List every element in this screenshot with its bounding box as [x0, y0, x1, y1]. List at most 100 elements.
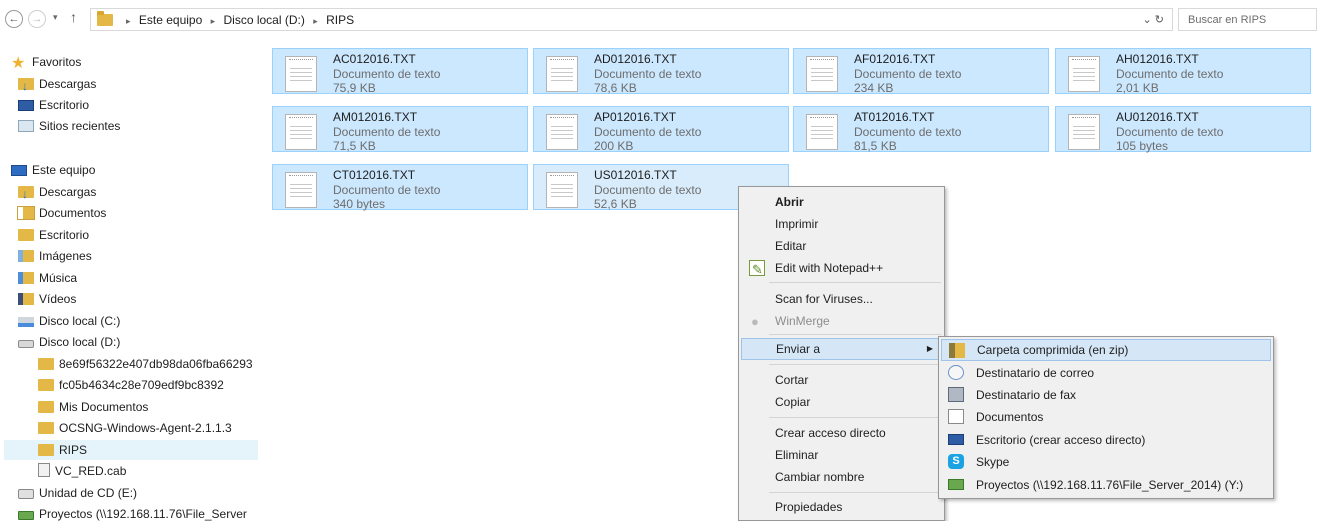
sendto-mail[interactable]: Destinatario de correo	[941, 362, 1271, 384]
nav-fav-recent[interactable]: Sitios recientes	[18, 116, 120, 136]
file-size: 2,01 KB	[1116, 81, 1159, 95]
file-size: 234 KB	[854, 81, 894, 95]
nav-label: Este equipo	[32, 163, 96, 177]
menu-scan-viruses[interactable]: Scan for Viruses...	[741, 288, 942, 310]
menu-separator	[769, 334, 941, 335]
nav-cd-drive[interactable]: Unidad de CD (E:)	[18, 483, 137, 503]
desktop-folder-icon	[18, 229, 34, 241]
nav-file-vc-red[interactable]: VC_RED.cab	[38, 461, 126, 481]
nav-documents[interactable]: Documentos	[17, 203, 107, 223]
file-tile[interactable]: AD012016.TXT Documento de texto 78,6 KB	[533, 48, 789, 95]
nav-label: Favoritos	[32, 55, 82, 69]
breadcrumb-disco-d[interactable]: Disco local (D:)	[223, 13, 304, 27]
nav-label: fc05b4634c28e709edf9bc8392	[59, 378, 224, 392]
sendto-desktop[interactable]: Escritorio (crear acceso directo)	[941, 429, 1271, 451]
nav-folder-ocsng[interactable]: OCSNG-Windows-Agent-2.1.1.3	[38, 418, 232, 438]
nav-folder-rips[interactable]: RIPS	[4, 440, 258, 460]
breadcrumb-este-equipo[interactable]: Este equipo	[139, 13, 202, 27]
menu-label: Enviar a	[776, 342, 821, 356]
refresh-icon[interactable]: ⌄ ↻	[1143, 13, 1165, 26]
folder-icon	[38, 444, 54, 456]
menu-open[interactable]: Abrir	[741, 191, 942, 213]
menu-winmerge[interactable]: WinMerge	[741, 310, 942, 333]
drive-icon	[18, 340, 34, 348]
nav-label: Escritorio	[39, 98, 90, 112]
menu-copy[interactable]: Copiar	[741, 391, 942, 413]
file-tile[interactable]: AM012016.TXT Documento de texto 71,5 KB	[272, 106, 528, 153]
system-drive-icon	[18, 317, 34, 327]
menu-delete[interactable]: Eliminar	[741, 444, 942, 466]
text-file-icon	[546, 172, 578, 208]
file-name: AM012016.TXT	[333, 110, 418, 124]
folder-icon	[97, 11, 113, 26]
videos-folder-icon	[18, 293, 34, 305]
nav-desktop[interactable]: Escritorio	[18, 225, 89, 245]
file-tile[interactable]: AF012016.TXT Documento de texto 234 KB	[793, 48, 1049, 95]
search-placeholder: Buscar en RIPS	[1188, 14, 1267, 26]
computer-icon	[11, 165, 27, 176]
sendto-network-drive[interactable]: Proyectos (\\192.168.11.76\File_Server_2…	[941, 474, 1271, 496]
file-tile[interactable]: AH012016.TXT Documento de texto 2,01 KB	[1055, 48, 1311, 95]
nav-label: Descargas	[39, 77, 97, 91]
nav-label: Documentos	[39, 206, 107, 220]
nav-network-drive[interactable]: Proyectos (\\192.168.11.76\File_Server	[18, 504, 247, 521]
search-input[interactable]: Buscar en RIPS	[1178, 8, 1317, 31]
nav-label: Mis Documentos	[59, 400, 149, 414]
menu-rename[interactable]: Cambiar nombre	[741, 466, 942, 488]
menu-edit-notepadpp[interactable]: Edit with Notepad++	[741, 257, 942, 281]
menu-properties[interactable]: Propiedades	[741, 496, 942, 518]
menu-print[interactable]: Imprimir	[741, 213, 942, 235]
nav-folder-fc05[interactable]: fc05b4634c28e709edf9bc8392	[38, 375, 224, 395]
file-tile[interactable]: AC012016.TXT Documento de texto 75,9 KB	[272, 48, 528, 95]
sendto-fax[interactable]: Destinatario de fax	[941, 384, 1271, 406]
up-button[interactable]: ↑	[70, 9, 77, 25]
nav-drive-d[interactable]: Disco local (D:)	[18, 332, 120, 352]
file-tile[interactable]: AP012016.TXT Documento de texto 200 KB	[533, 106, 789, 153]
nav-label: RIPS	[59, 443, 88, 457]
nav-music[interactable]: Música	[18, 268, 77, 288]
nav-fav-downloads[interactable]: Descargas	[18, 74, 97, 96]
text-file-icon	[285, 56, 317, 92]
forward-button[interactable]: →	[28, 10, 46, 28]
downloads-folder-icon	[18, 184, 34, 204]
file-type: Documento de texto	[1116, 67, 1224, 81]
folder-icon	[38, 401, 54, 413]
nav-label: Imágenes	[39, 249, 92, 263]
pictures-folder-icon	[18, 250, 34, 262]
sendto-skype[interactable]: S Skype	[941, 451, 1271, 473]
menu-edit[interactable]: Editar	[741, 235, 942, 257]
menu-label: Skype	[976, 455, 1010, 469]
navigation-pane: Favoritos Descargas Escritorio Sitios re…	[0, 48, 262, 521]
menu-create-shortcut[interactable]: Crear acceso directo	[741, 422, 942, 444]
file-type: Documento de texto	[594, 183, 702, 197]
star-icon	[11, 54, 27, 68]
nav-label: Sitios recientes	[39, 119, 121, 133]
breadcrumb-rips[interactable]: RIPS	[326, 13, 354, 27]
network-drive-icon	[18, 511, 34, 520]
menu-label: Escritorio (crear acceso directo)	[976, 433, 1146, 447]
nav-favorites[interactable]: Favoritos	[11, 52, 81, 72]
nav-this-pc[interactable]: Este equipo	[11, 160, 95, 180]
zip-folder-icon	[949, 343, 965, 358]
menu-label: Edit with Notepad++	[775, 261, 884, 275]
sendto-documents[interactable]: Documentos	[941, 406, 1271, 428]
path-box[interactable]: ▸ Este equipo ▸ Disco local (D:) ▸ RIPS …	[90, 8, 1173, 31]
file-size: 52,6 KB	[594, 197, 637, 211]
nav-downloads[interactable]: Descargas	[18, 182, 96, 204]
nav-fav-desktop[interactable]: Escritorio	[18, 95, 89, 115]
folder-icon	[38, 358, 54, 370]
menu-cut[interactable]: Cortar	[741, 369, 942, 391]
back-button[interactable]: ←	[5, 10, 23, 28]
nav-folder-mis-documentos[interactable]: Mis Documentos	[38, 397, 148, 417]
file-tile[interactable]: AU012016.TXT Documento de texto 105 byte…	[1055, 106, 1311, 153]
file-tile[interactable]: AT012016.TXT Documento de texto 81,5 KB	[793, 106, 1049, 153]
menu-send-to[interactable]: Enviar a ▶	[741, 338, 942, 360]
menu-label: Carpeta comprimida (en zip)	[977, 343, 1129, 357]
nav-folder-8e69[interactable]: 8e69f56322e407db98da06fba66293	[38, 354, 253, 374]
sendto-zip[interactable]: Carpeta comprimida (en zip)	[941, 339, 1271, 361]
file-tile[interactable]: CT012016.TXT Documento de texto 340 byte…	[272, 164, 528, 211]
recent-locations-dropdown-icon[interactable]: ▾	[53, 12, 58, 23]
nav-images[interactable]: Imágenes	[18, 246, 92, 266]
nav-videos[interactable]: Vídeos	[18, 289, 76, 309]
nav-drive-c[interactable]: Disco local (C:)	[18, 311, 120, 331]
